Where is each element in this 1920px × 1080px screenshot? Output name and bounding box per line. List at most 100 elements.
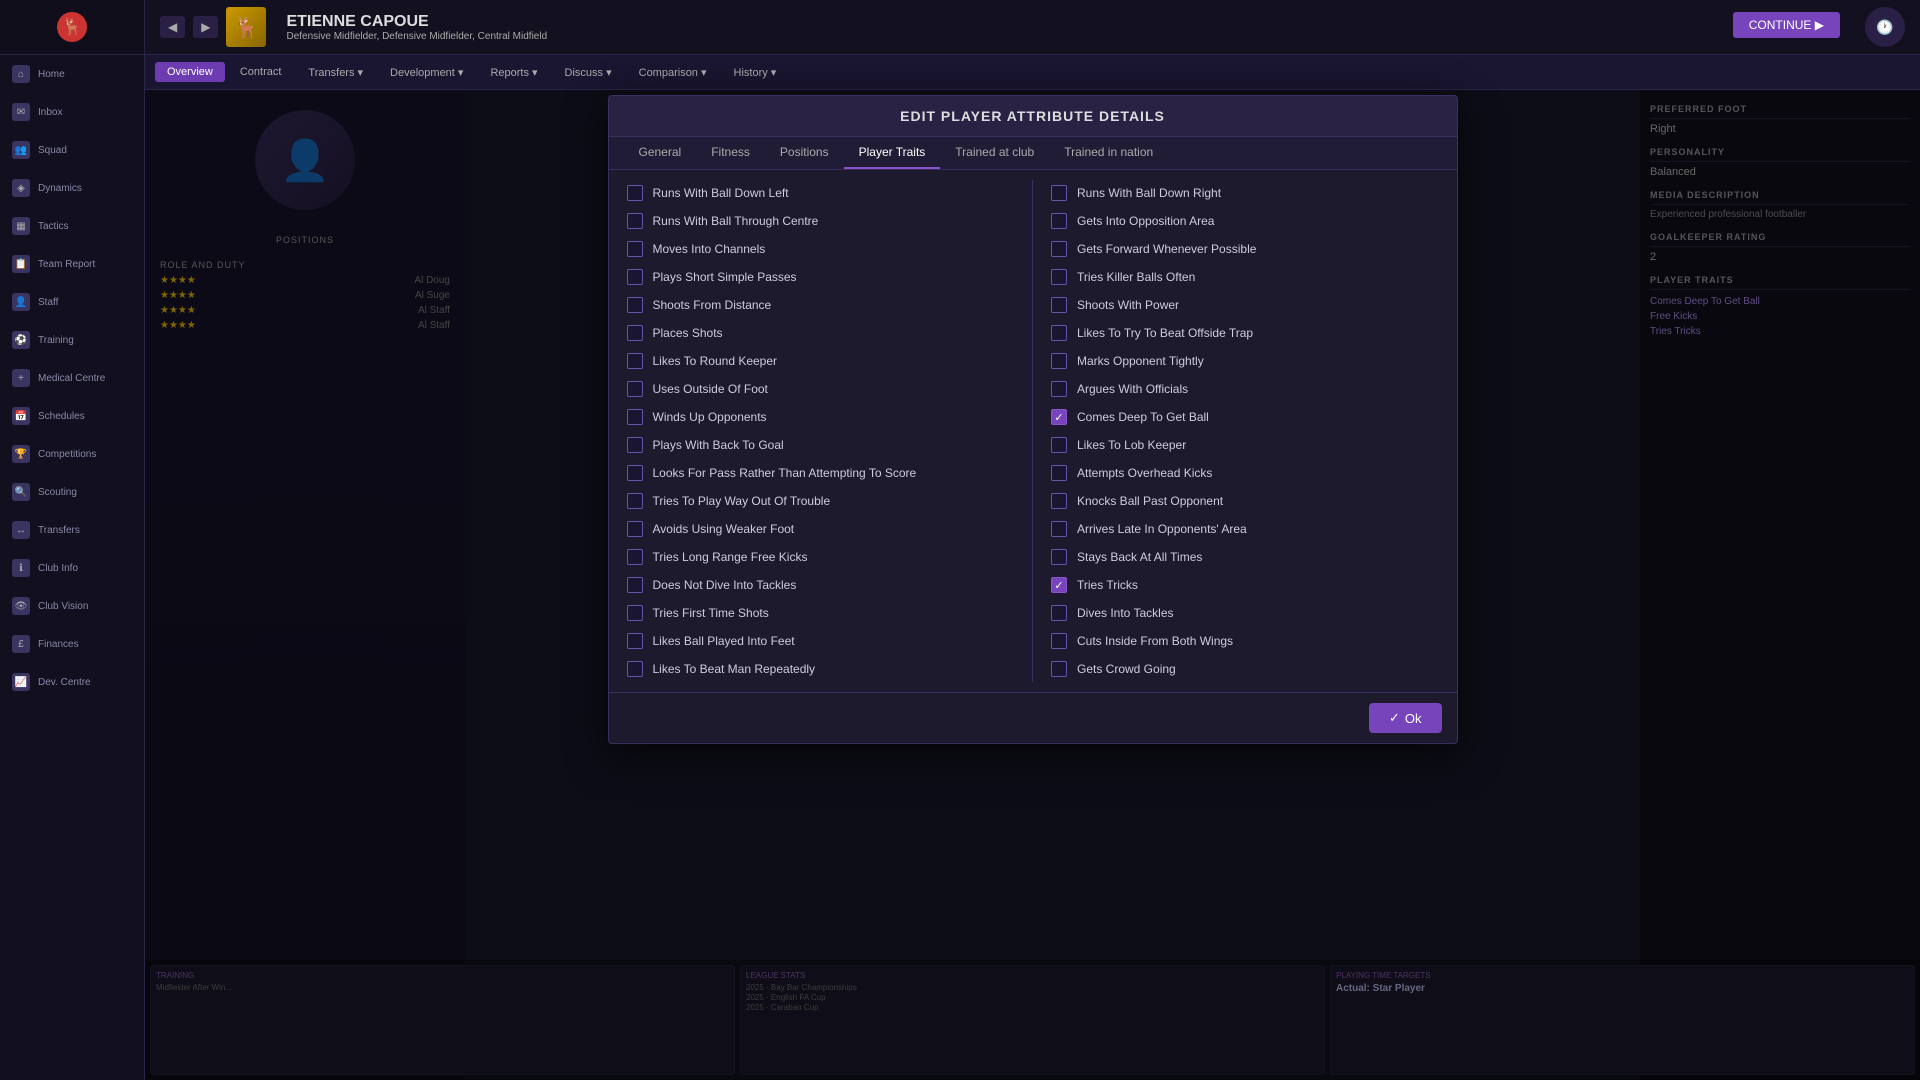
clock-icon: 🕐 bbox=[1865, 7, 1905, 47]
trait-item-runs_ball_down_right[interactable]: Runs With Ball Down Right bbox=[1043, 180, 1447, 206]
sidebar-item-dev_centre[interactable]: 📈Dev. Centre bbox=[0, 663, 144, 701]
checkbox-runs_ball_through_centre bbox=[627, 213, 643, 229]
sidebar-item-club_vision[interactable]: 👁Club Vision bbox=[0, 587, 144, 625]
trait-item-shoots_with_power[interactable]: Shoots With Power bbox=[1043, 292, 1447, 318]
trait-item-comes_deep_to_get_ball[interactable]: Comes Deep To Get Ball bbox=[1043, 404, 1447, 430]
checkbox-plays_with_back_to_goal bbox=[627, 437, 643, 453]
trait-label-moves_into_channels: Moves Into Channels bbox=[653, 242, 766, 256]
modal-tab-trained_in_nation[interactable]: Trained in nation bbox=[1049, 137, 1168, 169]
forward-button[interactable]: ▶ bbox=[193, 16, 218, 38]
trait-item-does_not_dive_into_tackles[interactable]: Does Not Dive Into Tackles bbox=[619, 572, 1023, 598]
trait-item-likes_to_round_keeper[interactable]: Likes To Round Keeper bbox=[619, 348, 1023, 374]
trait-item-runs_ball_through_centre[interactable]: Runs With Ball Through Centre bbox=[619, 208, 1023, 234]
sidebar-item-tactics[interactable]: ▦Tactics bbox=[0, 207, 144, 245]
checkbox-dives_into_tackles bbox=[1051, 605, 1067, 621]
navtab-comparison-[interactable]: Comparison ▾ bbox=[627, 62, 719, 83]
trait-item-argues_with_officials[interactable]: Argues With Officials bbox=[1043, 376, 1447, 402]
sidebar-item-home[interactable]: ⌂Home bbox=[0, 55, 144, 93]
trait-item-tries_tricks[interactable]: Tries Tricks bbox=[1043, 572, 1447, 598]
navtab-development-[interactable]: Development ▾ bbox=[378, 62, 475, 83]
trait-item-plays_short_simple_passes[interactable]: Plays Short Simple Passes bbox=[619, 264, 1023, 290]
sidebar-icon-dynamics: ◈ bbox=[12, 179, 30, 197]
checkbox-comes_deep_to_get_ball bbox=[1051, 409, 1067, 425]
checkbox-gets_forward_whenever_possible bbox=[1051, 241, 1067, 257]
navtab-history-[interactable]: History ▾ bbox=[722, 62, 789, 83]
trait-item-gets_into_opposition_area[interactable]: Gets Into Opposition Area bbox=[1043, 208, 1447, 234]
sidebar-item-schedules[interactable]: 📅Schedules bbox=[0, 397, 144, 435]
sidebar-item-medical_centre[interactable]: +Medical Centre bbox=[0, 359, 144, 397]
trait-item-uses_outside_of_foot[interactable]: Uses Outside Of Foot bbox=[619, 376, 1023, 402]
sidebar-item-inbox[interactable]: ✉Inbox bbox=[0, 93, 144, 131]
navtab-reports-[interactable]: Reports ▾ bbox=[478, 62, 549, 83]
checkbox-likes_to_round_keeper bbox=[627, 353, 643, 369]
trait-label-runs_ball_down_left: Runs With Ball Down Left bbox=[653, 186, 789, 200]
trait-item-likes_to_beat_man_repeatedly[interactable]: Likes To Beat Man Repeatedly bbox=[619, 656, 1023, 682]
trait-item-avoids_using_weaker_foot[interactable]: Avoids Using Weaker Foot bbox=[619, 516, 1023, 542]
trait-label-uses_outside_of_foot: Uses Outside Of Foot bbox=[653, 382, 768, 396]
trait-item-tries_killer_balls_often[interactable]: Tries Killer Balls Often bbox=[1043, 264, 1447, 290]
trait-item-dives_into_tackles[interactable]: Dives Into Tackles bbox=[1043, 600, 1447, 626]
trait-item-attempts_overhead_kicks[interactable]: Attempts Overhead Kicks bbox=[1043, 460, 1447, 486]
trait-label-comes_deep_to_get_ball: Comes Deep To Get Ball bbox=[1077, 410, 1209, 424]
trait-item-places_shots[interactable]: Places Shots bbox=[619, 320, 1023, 346]
trait-item-gets_crowd_going[interactable]: Gets Crowd Going bbox=[1043, 656, 1447, 682]
modal-tab-trained_at_club[interactable]: Trained at club bbox=[940, 137, 1049, 169]
trait-item-cuts_inside_from_both_wings[interactable]: Cuts Inside From Both Wings bbox=[1043, 628, 1447, 654]
trait-item-stays_back_at_all_times[interactable]: Stays Back At All Times bbox=[1043, 544, 1447, 570]
navtab-overview[interactable]: Overview bbox=[155, 62, 225, 82]
back-button[interactable]: ◀ bbox=[160, 16, 185, 38]
trait-item-shoots_from_distance[interactable]: Shoots From Distance bbox=[619, 292, 1023, 318]
trait-item-plays_with_back_to_goal[interactable]: Plays With Back To Goal bbox=[619, 432, 1023, 458]
navtab-contract[interactable]: Contract bbox=[228, 62, 294, 82]
sidebar-icon-tactics: ▦ bbox=[12, 217, 30, 235]
trait-item-tries_long_range_free_kicks[interactable]: Tries Long Range Free Kicks bbox=[619, 544, 1023, 570]
sidebar-label-team_report: Team Report bbox=[38, 259, 95, 270]
checkbox-looks_for_pass bbox=[627, 465, 643, 481]
trait-item-arrives_late_in_opponents_area[interactable]: Arrives Late In Opponents' Area bbox=[1043, 516, 1447, 542]
trait-item-looks_for_pass[interactable]: Looks For Pass Rather Than Attempting To… bbox=[619, 460, 1023, 486]
trait-item-gets_forward_whenever_possible[interactable]: Gets Forward Whenever Possible bbox=[1043, 236, 1447, 262]
sidebar-label-medical_centre: Medical Centre bbox=[38, 373, 105, 384]
sidebar-item-scouting[interactable]: 🔍Scouting bbox=[0, 473, 144, 511]
modal-tab-general[interactable]: General bbox=[624, 137, 697, 169]
sidebar-item-finances[interactable]: £Finances bbox=[0, 625, 144, 663]
sidebar-item-competitions[interactable]: 🏆Competitions bbox=[0, 435, 144, 473]
continue-button[interactable]: CONTINUE ▶ bbox=[1733, 12, 1840, 38]
trait-item-marks_opponent_tightly[interactable]: Marks Opponent Tightly bbox=[1043, 348, 1447, 374]
sidebar-item-squad[interactable]: 👥Squad bbox=[0, 131, 144, 169]
trait-label-gets_forward_whenever_possible: Gets Forward Whenever Possible bbox=[1077, 242, 1256, 256]
checkbox-argues_with_officials bbox=[1051, 381, 1067, 397]
sidebar-item-staff[interactable]: 👤Staff bbox=[0, 283, 144, 321]
player-subtitle: Defensive Midfielder, Defensive Midfield… bbox=[286, 31, 547, 42]
modal-tab-positions[interactable]: Positions bbox=[765, 137, 844, 169]
modal-tab-player_traits[interactable]: Player Traits bbox=[844, 137, 941, 169]
sidebar-icon-home: ⌂ bbox=[12, 65, 30, 83]
sidebar-item-dynamics[interactable]: ◈Dynamics bbox=[0, 169, 144, 207]
trait-item-likes_to_try_beat_offside_trap[interactable]: Likes To Try To Beat Offside Trap bbox=[1043, 320, 1447, 346]
trait-label-plays_short_simple_passes: Plays Short Simple Passes bbox=[653, 270, 797, 284]
sidebar-label-club_vision: Club Vision bbox=[38, 601, 88, 612]
trait-item-tries_first_time_shots[interactable]: Tries First Time Shots bbox=[619, 600, 1023, 626]
trait-item-moves_into_channels[interactable]: Moves Into Channels bbox=[619, 236, 1023, 262]
trait-item-likes_ball_played_into_feet[interactable]: Likes Ball Played Into Feet bbox=[619, 628, 1023, 654]
navtab-transfers-[interactable]: Transfers ▾ bbox=[296, 62, 375, 83]
sidebar-icon-club_info: ℹ bbox=[12, 559, 30, 577]
trait-item-runs_ball_down_left[interactable]: Runs With Ball Down Left bbox=[619, 180, 1023, 206]
trait-item-knocks_ball_past_opponent[interactable]: Knocks Ball Past Opponent bbox=[1043, 488, 1447, 514]
checkbox-knocks_ball_past_opponent bbox=[1051, 493, 1067, 509]
trait-item-tries_to_play_way_out[interactable]: Tries To Play Way Out Of Trouble bbox=[619, 488, 1023, 514]
checkbox-likes_to_beat_man_repeatedly bbox=[627, 661, 643, 677]
trait-item-likes_to_lob_keeper[interactable]: Likes To Lob Keeper bbox=[1043, 432, 1447, 458]
navtab-discuss-[interactable]: Discuss ▾ bbox=[553, 62, 624, 83]
ok-button[interactable]: ✓ Ok bbox=[1369, 703, 1442, 733]
sidebar-label-inbox: Inbox bbox=[38, 107, 62, 118]
modal-tab-fitness[interactable]: Fitness bbox=[696, 137, 765, 169]
sidebar-item-training[interactable]: ⚽Training bbox=[0, 321, 144, 359]
left-traits-column: Runs With Ball Down Left Runs With Ball T… bbox=[619, 180, 1023, 682]
sidebar-label-training: Training bbox=[38, 335, 74, 346]
sidebar-item-team_report[interactable]: 📋Team Report bbox=[0, 245, 144, 283]
sidebar-item-transfers[interactable]: ↔Transfers bbox=[0, 511, 144, 549]
trait-item-winds_up_opponents[interactable]: Winds Up Opponents bbox=[619, 404, 1023, 430]
sidebar-item-club_info[interactable]: ℹClub Info bbox=[0, 549, 144, 587]
sidebar-icon-transfers: ↔ bbox=[12, 521, 30, 539]
